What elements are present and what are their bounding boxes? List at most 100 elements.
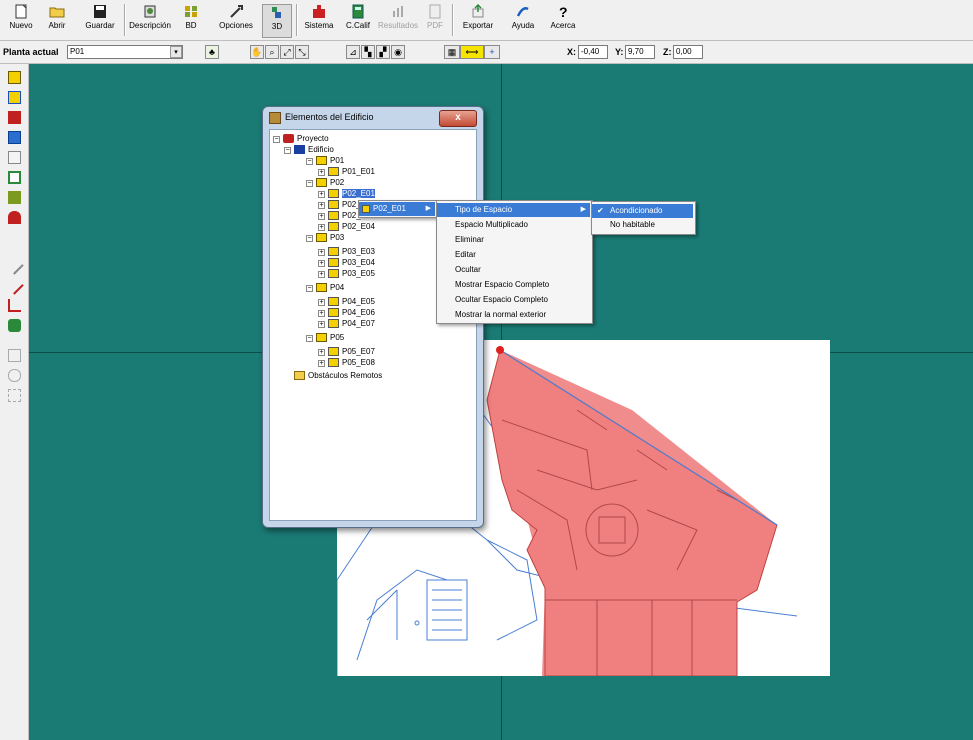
3d-button[interactable]: 3D	[262, 4, 292, 38]
tree-node-space[interactable]: P03_E04	[328, 257, 375, 268]
collapse-icon[interactable]: −	[306, 158, 313, 165]
measure-icon[interactable]	[8, 349, 21, 362]
expand-icon[interactable]: +	[318, 360, 325, 367]
wall-icon[interactable]	[8, 111, 21, 124]
expand-icon[interactable]: +	[318, 260, 325, 267]
bridge-icon[interactable]	[8, 211, 21, 224]
select-icon[interactable]	[8, 389, 21, 402]
expand-icon[interactable]: +	[318, 202, 325, 209]
menu-item-editar[interactable]: Editar	[437, 248, 590, 262]
results-button[interactable]: Resultados	[378, 4, 418, 38]
ruler-icon[interactable]: ⟷	[460, 45, 484, 59]
polyline-icon[interactable]	[8, 299, 21, 312]
x-coord-field[interactable]: -0,40	[578, 45, 608, 59]
tree-node-space[interactable]: P05_E07	[328, 346, 375, 357]
move-icon[interactable]	[8, 319, 21, 332]
tree-node-obstaculos[interactable]: Obstáculos Remotos	[294, 370, 382, 381]
snap-end-icon[interactable]: ▚	[361, 45, 375, 59]
z-coord-field[interactable]: 0,00	[673, 45, 703, 59]
expand-icon[interactable]: +	[318, 349, 325, 356]
tree-node-p03[interactable]: P03	[316, 232, 344, 243]
close-button[interactable]: x	[439, 110, 477, 127]
tree-node-space[interactable]: P05_E08	[328, 357, 375, 368]
expand-icon[interactable]: +	[318, 213, 325, 220]
pdf-button[interactable]: PDF	[422, 4, 448, 38]
tree-node-p02[interactable]: P02	[316, 177, 344, 188]
expand-icon[interactable]: +	[318, 224, 325, 231]
tree-node-space[interactable]: P04_E07	[328, 318, 375, 329]
menu-item-acondicionado[interactable]: ✔ Acondicionado	[592, 204, 693, 218]
tree-node-space[interactable]: P02_E04	[328, 221, 375, 232]
space-icon[interactable]	[8, 91, 21, 104]
expand-icon[interactable]: +	[318, 271, 325, 278]
open-button[interactable]: Abrir	[42, 4, 72, 38]
calif-button[interactable]: C.Calif	[342, 4, 374, 38]
zoom-window-icon[interactable]: ⤢	[280, 45, 294, 59]
planta-select[interactable]: P01	[67, 45, 183, 59]
help-button[interactable]: Ayuda	[506, 4, 540, 38]
snap-point-icon[interactable]: ⊿	[346, 45, 360, 59]
collapse-icon[interactable]: −	[306, 285, 313, 292]
zoom-icon[interactable]: ⌕	[265, 45, 279, 59]
menu-item-ocultar[interactable]: Ocultar	[437, 263, 590, 277]
export-button[interactable]: Exportar	[458, 4, 498, 38]
collapse-icon[interactable]: −	[273, 136, 280, 143]
expand-icon[interactable]: +	[318, 191, 325, 198]
about-button[interactable]: ? Acerca	[546, 4, 580, 38]
pan-icon[interactable]: ✋	[250, 45, 264, 59]
system-button[interactable]: Sistema	[302, 4, 336, 38]
collapse-icon[interactable]: −	[306, 235, 313, 242]
system-icon	[313, 5, 325, 18]
zoom-extent-icon[interactable]: ⤡	[295, 45, 309, 59]
vertex-marker[interactable]	[496, 346, 504, 354]
tree-node-edificio[interactable]: Edificio	[294, 144, 334, 155]
line-red-icon[interactable]	[5, 276, 24, 295]
camera-icon[interactable]: ◉	[391, 45, 405, 59]
y-coord-field[interactable]: 9,70	[625, 45, 655, 59]
expand-icon[interactable]: +	[318, 169, 325, 176]
tree-node-space[interactable]: P04_E06	[328, 307, 375, 318]
window-icon[interactable]	[8, 131, 21, 144]
expand-icon[interactable]: +	[318, 321, 325, 328]
menu-item-ocultar-espacio-completo[interactable]: Ocultar Espacio Completo	[437, 293, 590, 307]
new-button[interactable]: Nuevo	[6, 4, 36, 38]
drawing-canvas[interactable]	[29, 64, 973, 740]
chevron-down-icon[interactable]: ▾	[170, 46, 182, 58]
menu-item-mostrar-normal-exterior[interactable]: Mostrar la normal exterior	[437, 308, 590, 322]
door-icon[interactable]	[8, 171, 21, 184]
collapse-icon[interactable]: −	[306, 335, 313, 342]
snap-mid-icon[interactable]: ▞	[376, 45, 390, 59]
lasso-icon[interactable]	[8, 369, 21, 382]
roof-icon[interactable]	[8, 191, 21, 204]
tree-node-space[interactable]: P01_E01	[328, 166, 375, 177]
menu-item-mostrar-espacio-completo[interactable]: Mostrar Espacio Completo	[437, 278, 590, 292]
grid-icon[interactable]: ▦	[444, 45, 460, 59]
tree-node-space[interactable]: P03_E05	[328, 268, 375, 279]
menu-item-eliminar[interactable]: Eliminar	[437, 233, 590, 247]
collapse-icon[interactable]: −	[306, 180, 313, 187]
expand-icon[interactable]: +	[318, 299, 325, 306]
tree-node-space[interactable]: P03_E03	[328, 246, 375, 257]
expand-icon[interactable]: +	[318, 249, 325, 256]
menu-item-space[interactable]: P02_E01 ▶	[359, 202, 435, 216]
tree-view-icon[interactable]: ♣	[205, 45, 219, 59]
tree-node-space-selected[interactable]: P02_E01	[328, 188, 375, 199]
menu-item-no-habitable[interactable]: No habitable	[592, 218, 693, 232]
shade-icon[interactable]	[8, 151, 21, 164]
menu-item-espacio-multiplicado[interactable]: Espacio Multiplicado	[437, 218, 590, 232]
line-icon[interactable]	[5, 256, 24, 275]
description-button[interactable]: Descripción	[128, 4, 172, 38]
crosshair-icon[interactable]: +	[484, 45, 500, 59]
expand-icon[interactable]: +	[318, 310, 325, 317]
tree-node-p01[interactable]: P01	[316, 155, 344, 166]
floor-icon[interactable]	[8, 71, 21, 84]
menu-item-tipo-espacio[interactable]: Tipo de Espacio ▶	[437, 203, 590, 217]
tree-node-p04[interactable]: P04	[316, 282, 344, 293]
tree-node-space[interactable]: P04_E05	[328, 296, 375, 307]
options-button[interactable]: Opciones	[216, 4, 256, 38]
tree-node-p05[interactable]: P05	[316, 332, 344, 343]
save-button[interactable]: Guardar	[80, 4, 120, 38]
database-button[interactable]: BD	[178, 4, 204, 38]
collapse-icon[interactable]: −	[284, 147, 291, 154]
tree-node-proyecto[interactable]: Proyecto	[283, 133, 329, 144]
